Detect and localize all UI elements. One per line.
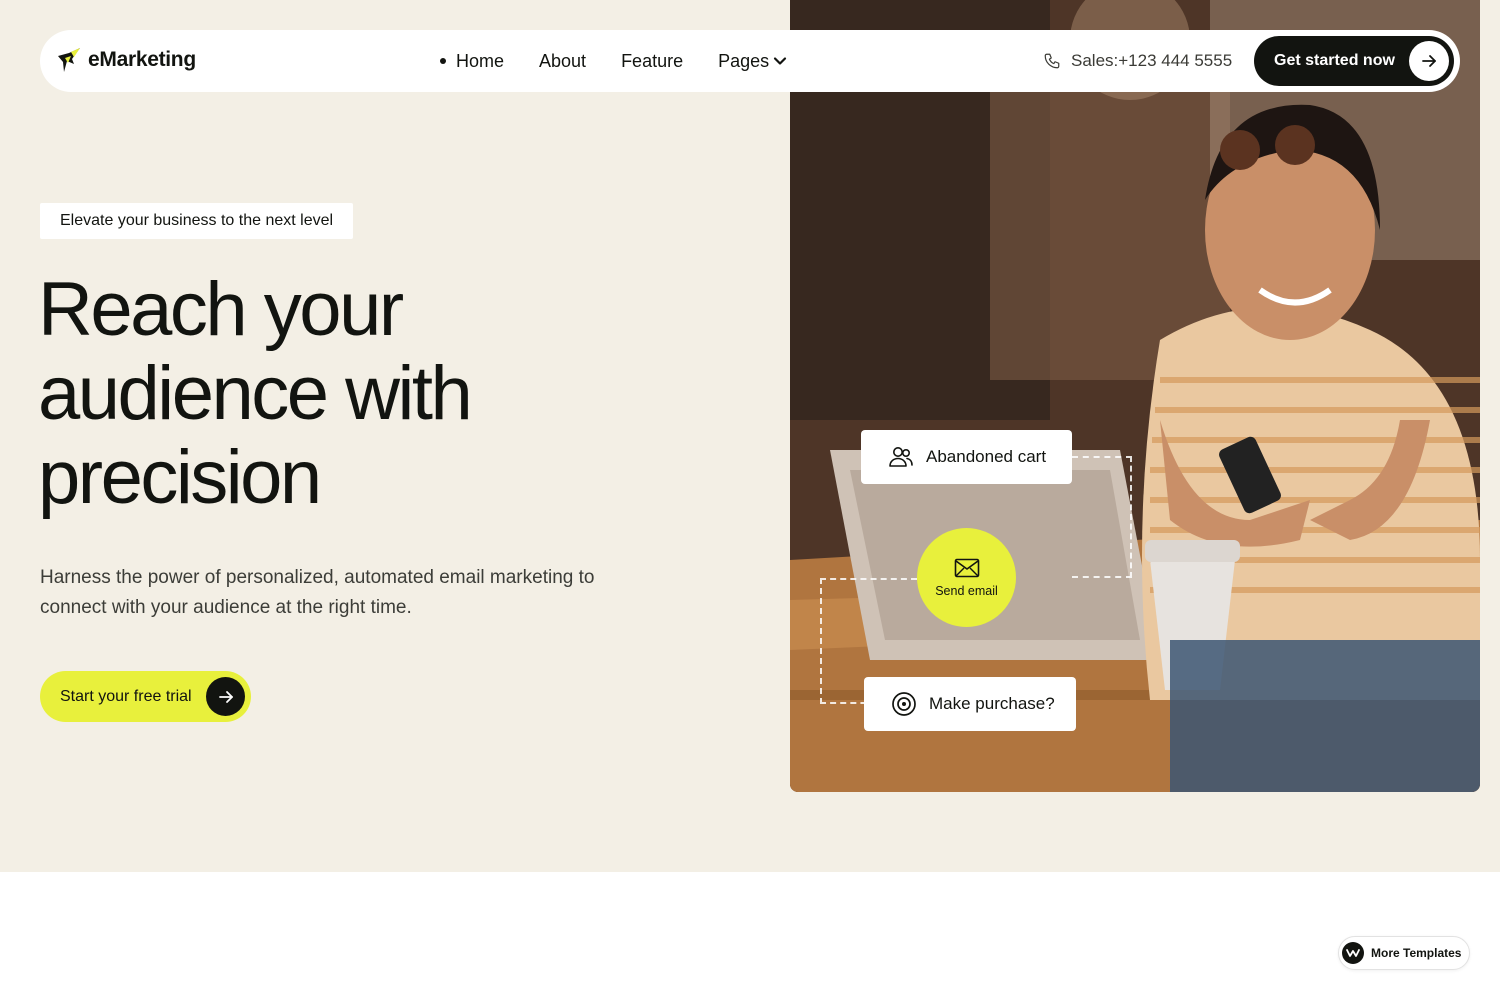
arrow-right-icon bbox=[206, 677, 245, 716]
envelope-icon bbox=[954, 558, 979, 577]
headline-line-1: Reach your bbox=[38, 267, 404, 352]
nav-link-about[interactable]: About bbox=[539, 51, 586, 72]
brand[interactable]: eMarketing bbox=[56, 46, 196, 74]
webflow-logo-icon bbox=[1342, 942, 1364, 964]
nav-link-feature-label: Feature bbox=[621, 50, 684, 71]
hero-tagline: Elevate your business to the next level bbox=[40, 203, 354, 239]
nav-link-home-label: Home bbox=[456, 50, 505, 71]
flow-connector bbox=[1072, 456, 1132, 578]
headline-line-3: precision bbox=[38, 435, 322, 520]
chevron-down-icon bbox=[774, 57, 787, 65]
sales-text: Sales:+123 444 5555 bbox=[1071, 51, 1233, 70]
users-icon bbox=[889, 447, 913, 467]
more-templates-label: More Templates bbox=[1371, 946, 1462, 960]
nav-link-about-label: About bbox=[539, 50, 587, 71]
get-started-button[interactable]: Get started now bbox=[1254, 36, 1454, 86]
phone-icon bbox=[1044, 53, 1060, 69]
active-dot bbox=[440, 58, 446, 64]
target-icon bbox=[892, 692, 916, 716]
hero-section: eMarketing Home About Feature Pages Sale… bbox=[0, 0, 1500, 872]
nav-link-feature[interactable]: Feature bbox=[621, 51, 683, 72]
nav-link-home[interactable]: Home bbox=[440, 51, 504, 72]
bird-logo-icon bbox=[58, 48, 80, 72]
start-free-trial-button[interactable]: Start your free trial bbox=[40, 671, 251, 722]
nav-link-pages-label: Pages bbox=[718, 50, 770, 71]
get-started-label: Get started now bbox=[1274, 52, 1395, 69]
sales-phone[interactable]: Sales:+123 444 5555 bbox=[1043, 30, 1232, 92]
navbar: eMarketing Home About Feature Pages Sale… bbox=[40, 30, 1460, 92]
abandoned-cart-label: Abandoned cart bbox=[926, 447, 1047, 466]
send-email-node: Send email bbox=[917, 528, 1016, 627]
send-email-label: Send email bbox=[935, 583, 998, 598]
abandoned-cart-card: Abandoned cart bbox=[861, 430, 1072, 484]
hero-headline: Reach your audience with precision bbox=[38, 268, 678, 520]
brand-name: eMarketing bbox=[88, 48, 196, 71]
hero-subcopy: Harness the power of personalized, autom… bbox=[40, 567, 595, 618]
headline-line-2: audience with bbox=[38, 351, 473, 436]
start-free-trial-label: Start your free trial bbox=[60, 687, 192, 705]
nav-links: Home About Feature Pages bbox=[440, 30, 822, 92]
more-templates-badge[interactable]: More Templates bbox=[1338, 936, 1470, 970]
make-purchase-label: Make purchase? bbox=[929, 694, 1055, 713]
nav-link-pages[interactable]: Pages bbox=[718, 51, 787, 72]
arrow-right-icon bbox=[1409, 41, 1449, 81]
make-purchase-card: Make purchase? bbox=[864, 677, 1076, 731]
